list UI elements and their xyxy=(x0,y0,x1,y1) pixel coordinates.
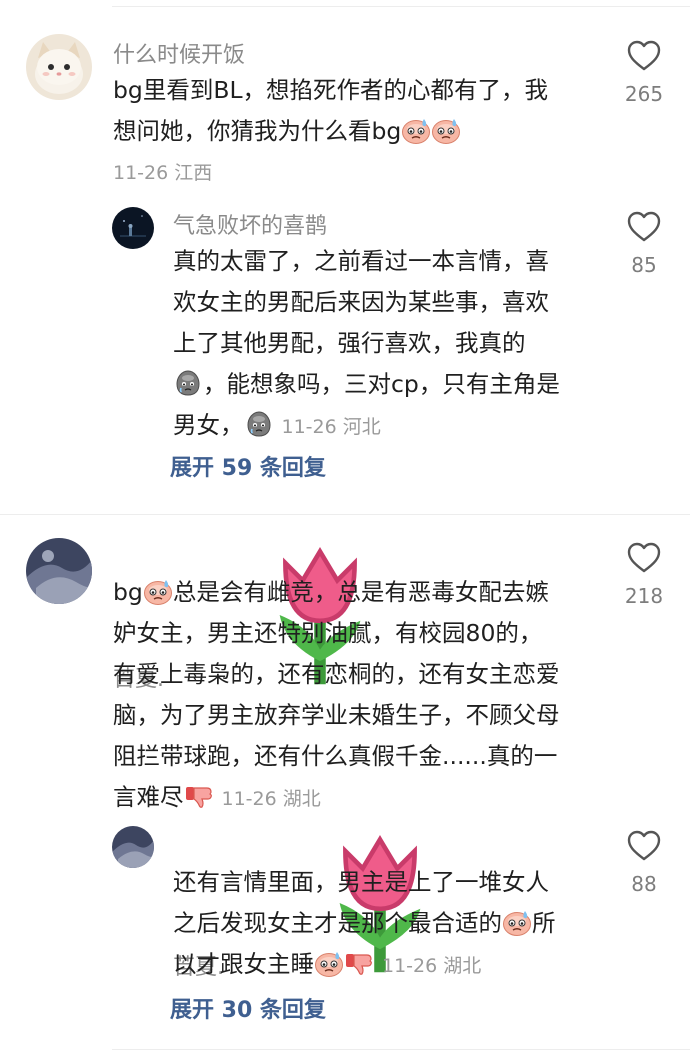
comment-line: bg 总是会有雌竞，总是有恶毒女配去嫉 xyxy=(113,572,560,613)
avatar[interactable] xyxy=(112,826,154,868)
comment-line-text: bg xyxy=(113,578,143,606)
comment-line: 妒女主，男主还特别油腻，有校园80的， xyxy=(113,619,543,647)
comment-line: 还有言情里面，男主是上了一堆女人 xyxy=(173,868,549,896)
like-button[interactable]: 218 xyxy=(614,542,674,608)
comment-line: ，能想象吗，三对cp，只有主角是 xyxy=(173,364,560,405)
comment-line-text: 以才跟女主睡 xyxy=(173,950,314,978)
comment-line: 言难尽 11-26 湖北 xyxy=(113,777,560,820)
comment-line-text: 之后发现女主才是那个最合适的 xyxy=(173,909,502,937)
comment-line: 男女， 11-26 河北 xyxy=(173,405,560,448)
comment-line-text: 男女， xyxy=(173,411,244,439)
comment-line-text: 言难尽 xyxy=(113,783,184,811)
comment-line: 以才跟女主睡 11-26 湖北 xyxy=(173,944,556,987)
sweating-face-icon xyxy=(143,577,173,605)
avatar[interactable] xyxy=(26,538,92,604)
comment-line-text: ，能想象吗，三对cp，只有主角是 xyxy=(203,370,560,398)
heart-icon xyxy=(627,830,661,862)
comment-line: 有爱上毒枭的，还有恋桐的，还有女主恋爱 xyxy=(113,660,560,688)
comment-meta: 11-26 湖北 xyxy=(382,955,482,977)
like-button[interactable]: 265 xyxy=(614,40,674,106)
comment-meta: 11-26 河北 xyxy=(281,416,381,438)
crying-blob-icon xyxy=(244,410,274,438)
crying-blob-icon xyxy=(173,369,203,397)
comment-line: 欢女主的男配后来因为某些事，喜欢 xyxy=(173,288,549,316)
comment-line: 阻拦带球跑，还有什么真假千金......真的一 xyxy=(113,742,558,770)
expand-replies-button[interactable]: 展开 30 条回复 xyxy=(170,992,326,1024)
comment-line: 脑，为了男主放弃学业未婚生子，不顾父母 xyxy=(113,701,560,729)
comment-text: bg里看到BL，想掐死作者的心都有了，我 想问她，你猜我为什么看bg xyxy=(113,70,548,152)
divider xyxy=(112,6,690,7)
comment-username[interactable]: 气急败坏的喜鹊 xyxy=(173,208,327,240)
like-button[interactable]: 85 xyxy=(614,211,674,277)
comment-line-text: 总是会有雌竞，总是有恶毒女配去嫉 xyxy=(172,578,549,606)
expand-replies-button[interactable]: 展开 59 条回复 xyxy=(170,450,326,482)
sweating-face-icon xyxy=(431,116,461,144)
comment-line-text: 想问她，你猜我为什么看bg xyxy=(113,117,402,145)
comment-line: bg里看到BL，想掐死作者的心都有了，我 xyxy=(113,76,549,104)
comment-meta: 11-26 湖北 xyxy=(221,788,321,810)
heart-icon xyxy=(627,211,661,243)
heart-icon xyxy=(627,542,661,574)
tulip-icon xyxy=(170,540,192,566)
divider xyxy=(0,514,690,515)
sweating-face-icon xyxy=(401,116,431,144)
sweating-face-icon xyxy=(502,908,532,936)
avatar[interactable] xyxy=(112,207,154,249)
comment-text: 真的太雷了，之前看过一本言情，喜 欢女主的男配后来因为某些事，喜欢 上了其他男配… xyxy=(173,241,560,448)
heart-icon xyxy=(627,40,661,72)
comment-line-text: 所 xyxy=(532,909,556,937)
comment-line: 想问她，你猜我为什么看bg xyxy=(113,111,548,152)
comment-meta: 11-26 江西 xyxy=(113,162,213,184)
comment-text: 还有言情里面，男主是上了一堆女人 之后发现女主才是那个最合适的 所 以才跟女主睡 1… xyxy=(173,862,556,987)
like-button[interactable]: 88 xyxy=(614,830,674,896)
tulip-icon xyxy=(230,828,252,854)
like-count: 218 xyxy=(624,584,664,608)
like-count: 265 xyxy=(624,82,664,106)
comment-username[interactable]: 什么时候开饭 xyxy=(113,37,245,69)
like-count: 88 xyxy=(631,872,657,896)
comment-text: bg 总是会有雌竞，总是有恶毒女配去嫉 妒女主，男主还特别油腻，有校园80的， 有… xyxy=(113,572,560,820)
comment-line: 之后发现女主才是那个最合适的 所 xyxy=(173,903,556,944)
comment-line: 真的太雷了，之前看过一本言情，喜 xyxy=(173,247,549,275)
comment-line: 上了其他男配，强行喜欢，我真的 xyxy=(173,329,526,357)
sweating-face-icon xyxy=(314,949,344,977)
divider xyxy=(112,1049,690,1050)
thumbs-down-icon xyxy=(184,782,214,810)
thumbs-down-icon xyxy=(344,949,374,977)
avatar[interactable] xyxy=(26,34,92,100)
like-count: 85 xyxy=(631,253,657,277)
